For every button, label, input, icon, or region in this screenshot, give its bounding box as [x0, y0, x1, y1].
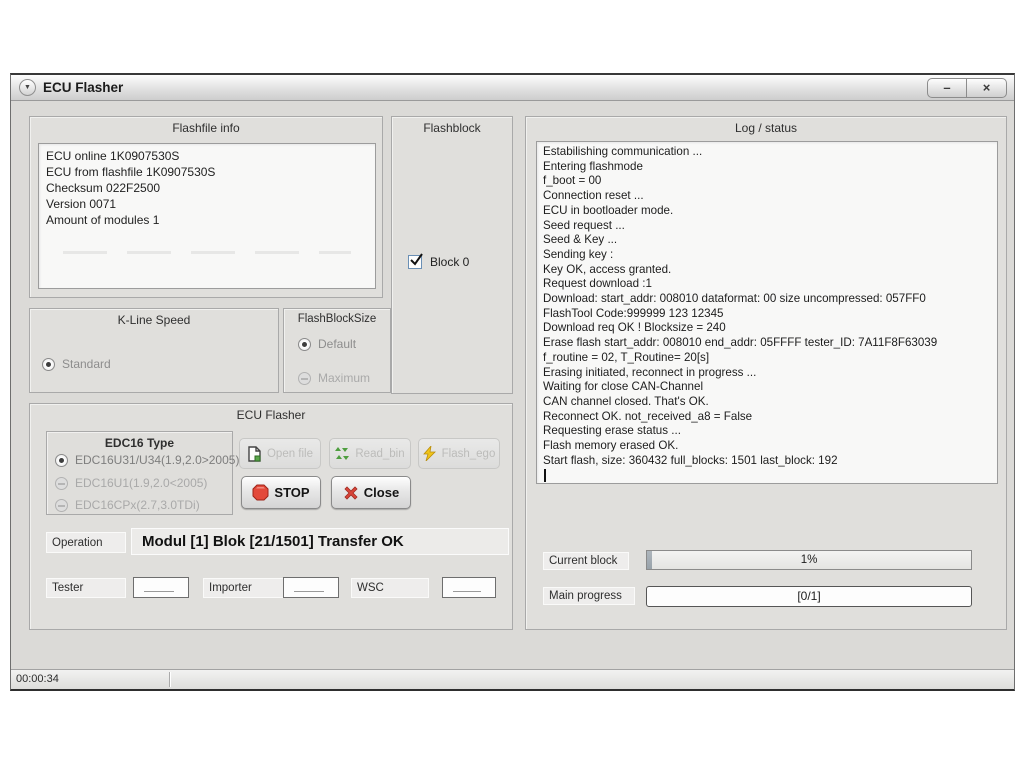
- flash-ecu-label: Flash_ego: [442, 448, 496, 460]
- close-label: Close: [364, 485, 399, 500]
- fbs-maximum-radio-row[interactable]: Maximum: [298, 371, 370, 385]
- importer-input[interactable]: [283, 577, 339, 598]
- titlebar: ▼ ECU Flasher – ×: [11, 75, 1014, 101]
- checkmark-icon: [409, 252, 425, 268]
- main-progress-label: Main progress: [543, 587, 635, 605]
- wsc-input[interactable]: [442, 577, 496, 598]
- fbs-default-radio-row[interactable]: Default: [298, 337, 356, 351]
- tester-input[interactable]: [133, 577, 189, 598]
- edc16-option3-row[interactable]: EDC16CPx(2.7,3.0TDi): [55, 498, 200, 512]
- edc16-option1-row[interactable]: EDC16U31/U34(1.9,2.0>2005): [55, 453, 239, 467]
- minimize-icon: –: [943, 80, 950, 95]
- radio-standard-label: Standard: [62, 357, 111, 371]
- wsc-label: WSC: [351, 578, 429, 598]
- window-title: ECU Flasher: [43, 75, 123, 101]
- kline-speed-group: K-Line Speed Standard: [29, 308, 279, 393]
- window-menu-button[interactable]: ▼: [19, 79, 36, 96]
- read-bin-arrows-icon: [335, 447, 350, 461]
- flash-ecu-button[interactable]: Flash_ego: [418, 438, 500, 469]
- open-file-label: Open file: [267, 448, 313, 460]
- tester-label: Tester: [46, 578, 126, 598]
- radio-default-label: Default: [318, 337, 356, 351]
- flashblocksize-title: FlashBlockSize: [284, 313, 390, 325]
- radio-default[interactable]: [298, 338, 311, 351]
- radio-maximum-label: Maximum: [318, 371, 370, 385]
- radio-edc16cpx-label: EDC16CPx(2.7,3.0TDi): [75, 498, 200, 512]
- close-button[interactable]: Close: [331, 476, 411, 509]
- kline-speed-title: K-Line Speed: [30, 313, 278, 327]
- close-window-button[interactable]: ×: [967, 78, 1007, 98]
- edc16-type-title: EDC16 Type: [47, 436, 232, 450]
- chevron-down-icon: ▼: [24, 84, 31, 91]
- log-caret: [544, 469, 546, 482]
- block0-checkbox[interactable]: [408, 255, 422, 269]
- open-file-button[interactable]: Open file: [239, 438, 321, 469]
- operation-label: Operation: [46, 532, 126, 553]
- current-block-progressbar: 1%: [646, 550, 972, 570]
- ghost-watermark: [63, 251, 351, 254]
- main-progressbar: [0/1]: [646, 586, 972, 607]
- statusbar-divider: [169, 672, 170, 687]
- current-block-value: 1%: [647, 551, 971, 569]
- read-bin-button[interactable]: Read_bin: [329, 438, 411, 469]
- open-file-icon: [247, 446, 262, 462]
- flashblock-group: Flashblock Block 0: [391, 116, 513, 394]
- flashfile-info-lines: ECU online 1K0907530SECU from flashfile …: [46, 148, 371, 228]
- flashblocksize-group: FlashBlockSize Default Maximum: [283, 308, 391, 393]
- flashfile-info-title: Flashfile info: [30, 121, 382, 135]
- flashfile-info-textarea[interactable]: ECU online 1K0907530SECU from flashfile …: [38, 143, 376, 289]
- minimize-button[interactable]: –: [927, 78, 967, 98]
- radio-edc16u1[interactable]: [55, 477, 68, 490]
- flashfile-info-group: Flashfile info ECU online 1K0907530SECU …: [29, 116, 383, 298]
- log-lines: Estabilishing communication ...Entering …: [543, 145, 993, 468]
- elapsed-time: 00:00:34: [16, 673, 59, 685]
- kline-standard-radio-row[interactable]: Standard: [42, 357, 111, 371]
- log-status-title: Log / status: [526, 121, 1006, 135]
- edc16-type-box: EDC16 Type EDC16U31/U34(1.9,2.0>2005) ED…: [46, 431, 233, 515]
- radio-edc16u1-label: EDC16U1(1.9,2.0<2005): [75, 476, 207, 490]
- radio-maximum[interactable]: [298, 372, 311, 385]
- stop-label: STOP: [274, 485, 309, 500]
- block0-label: Block 0: [430, 255, 469, 269]
- log-textarea[interactable]: Estabilishing communication ...Entering …: [536, 141, 998, 484]
- radio-standard[interactable]: [42, 358, 55, 371]
- operation-value: Modul [1] Blok [21/1501] Transfer OK: [131, 528, 509, 555]
- window-controls: – ×: [927, 78, 1007, 98]
- importer-label: Importer: [203, 578, 285, 598]
- ecu-flasher-window: ▼ ECU Flasher – × Flashfile info ECU onl…: [10, 73, 1015, 691]
- stop-icon: [252, 484, 269, 501]
- radio-edc16cpx[interactable]: [55, 499, 68, 512]
- lightning-icon: [423, 446, 437, 461]
- main-progress-value: [0/1]: [647, 587, 971, 606]
- current-block-label: Current block: [543, 552, 629, 570]
- flashblock-title: Flashblock: [392, 121, 512, 135]
- edc16-option2-row[interactable]: EDC16U1(1.9,2.0<2005): [55, 476, 207, 490]
- stop-button[interactable]: STOP: [241, 476, 321, 509]
- radio-edc16u31[interactable]: [55, 454, 68, 467]
- ecu-flasher-title: ECU Flasher: [30, 408, 512, 422]
- statusbar: 00:00:34: [11, 669, 1014, 689]
- block0-checkbox-row[interactable]: Block 0: [408, 255, 469, 269]
- close-icon: ×: [983, 80, 991, 95]
- radio-edc16u31-label: EDC16U31/U34(1.9,2.0>2005): [75, 453, 239, 467]
- window-body: Flashfile info ECU online 1K0907530SECU …: [11, 102, 1014, 670]
- read-bin-label: Read_bin: [355, 448, 404, 460]
- red-x-icon: [343, 485, 359, 501]
